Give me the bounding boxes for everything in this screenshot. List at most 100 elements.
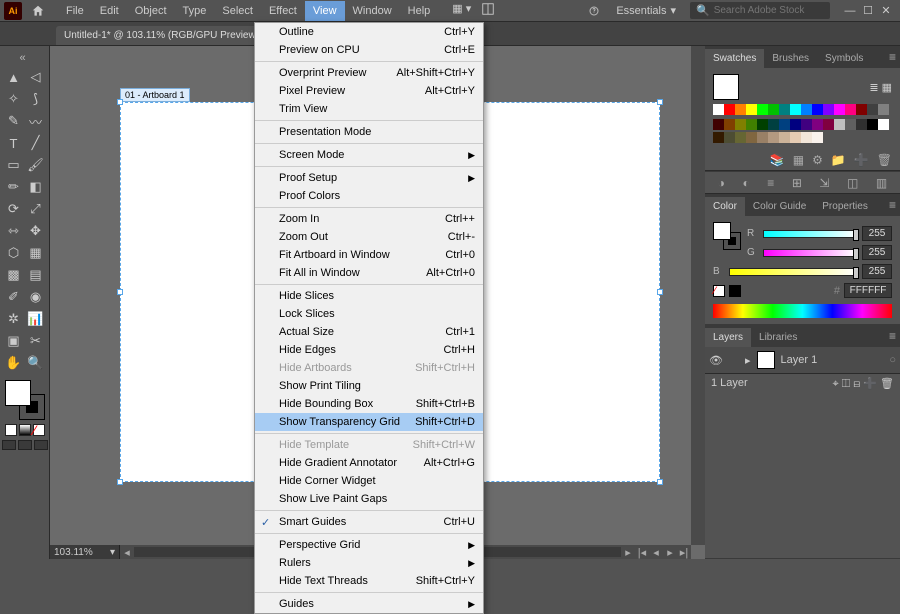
menu-item-guides[interactable]: Guides▶ (255, 595, 483, 613)
black-color-icon[interactable] (729, 285, 741, 297)
menu-effect[interactable]: Effect (261, 1, 305, 21)
swatch[interactable] (834, 119, 845, 130)
tab-symbols[interactable]: Symbols (817, 49, 871, 68)
draw-behind-icon[interactable] (18, 440, 32, 450)
width-tool-icon[interactable]: ⇿ (3, 220, 25, 242)
artboard-label[interactable]: 01 - Artboard 1 (120, 88, 190, 102)
home-icon[interactable] (28, 1, 48, 21)
search-box[interactable]: 🔍 (690, 2, 830, 19)
direct-selection-tool-icon[interactable]: ◁ (25, 66, 47, 88)
type-tool-icon[interactable]: T (3, 132, 25, 154)
menu-item-outline[interactable]: OutlineCtrl+Y (255, 23, 483, 41)
symbol-sprayer-tool-icon[interactable]: ✲ (3, 308, 25, 330)
swatch[interactable] (845, 104, 856, 115)
swatch[interactable] (713, 119, 724, 130)
next-artboard-icon[interactable]: ▸ (663, 545, 677, 559)
close-button[interactable]: ✕ (880, 5, 892, 17)
scale-tool-icon[interactable]: ⤢ (25, 198, 47, 220)
hex-value[interactable]: FFFFFF (844, 283, 892, 298)
layer-name[interactable]: Layer 1 (781, 354, 818, 366)
swatch[interactable] (713, 104, 724, 115)
color-spectrum[interactable] (713, 304, 892, 318)
prev-artboard-icon[interactable]: ◂ (649, 545, 663, 559)
swatch[interactable] (790, 132, 801, 143)
eraser-tool-icon[interactable]: ◧ (25, 176, 47, 198)
b-value[interactable]: 255 (862, 264, 892, 279)
menu-item-show-live-paint-gaps[interactable]: Show Live Paint Gaps (255, 490, 483, 508)
swatch[interactable] (757, 132, 768, 143)
menu-view[interactable]: View (305, 1, 345, 21)
menu-item-preview-on-cpu[interactable]: Preview on CPUCtrl+E (255, 41, 483, 59)
swatch[interactable] (768, 104, 779, 115)
tab-color-guide[interactable]: Color Guide (745, 197, 814, 216)
menu-select[interactable]: Select (214, 1, 261, 21)
pathfinder-panel-icon[interactable]: ◫ (847, 176, 858, 190)
zoom-tool-icon[interactable]: 🔍 (25, 352, 47, 374)
menu-item-fit-all-in-window[interactable]: Fit All in WindowAlt+Ctrl+0 (255, 264, 483, 282)
swatch[interactable] (724, 104, 735, 115)
hand-tool-icon[interactable]: ✋ (3, 352, 25, 374)
delete-layer-icon[interactable]: 🗑 (880, 378, 894, 390)
minimize-button[interactable]: — (844, 5, 856, 17)
swatch-list-view-icon[interactable]: ≣ (869, 82, 878, 94)
lasso-tool-icon[interactable]: ⟆ (25, 88, 47, 110)
swatch[interactable] (735, 119, 746, 130)
menu-item-hide-bounding-box[interactable]: Hide Bounding BoxShift+Ctrl+B (255, 395, 483, 413)
rotate-tool-icon[interactable]: ⟳ (3, 198, 25, 220)
swatch[interactable] (779, 119, 790, 130)
swatch[interactable] (757, 119, 768, 130)
swatch[interactable] (735, 132, 746, 143)
swatch-grid-view-icon[interactable]: ▦ (882, 82, 892, 94)
perspective-tool-icon[interactable]: ▦ (25, 242, 47, 264)
delete-swatch-icon[interactable]: 🗑 (877, 153, 892, 167)
mesh-tool-icon[interactable]: ▩ (3, 264, 25, 286)
swatch[interactable] (746, 104, 757, 115)
panel-menu-icon[interactable]: ≡ (889, 50, 896, 64)
menu-type[interactable]: Type (175, 1, 215, 21)
swatch-libraries-icon[interactable]: 📚 (770, 153, 785, 167)
visibility-icon[interactable]: 👁 (709, 354, 723, 367)
swatch[interactable] (735, 104, 746, 115)
r-value[interactable]: 255 (862, 226, 892, 241)
graph-tool-icon[interactable]: 📊 (25, 308, 47, 330)
swatch[interactable] (878, 104, 889, 115)
stroke-panel-icon[interactable]: ≡ (767, 176, 774, 190)
menu-window[interactable]: Window (345, 1, 400, 21)
swatch[interactable] (801, 104, 812, 115)
swatch[interactable] (757, 104, 768, 115)
target-icon[interactable]: ○ (889, 354, 896, 366)
g-slider[interactable] (763, 249, 856, 257)
swatch[interactable] (779, 132, 790, 143)
menu-file[interactable]: File (58, 1, 92, 21)
eyedropper-tool-icon[interactable]: ✐ (3, 286, 25, 308)
menu-object[interactable]: Object (127, 1, 175, 21)
menu-item-lock-slices[interactable]: Lock Slices (255, 305, 483, 323)
color-mode-icon[interactable] (5, 424, 17, 436)
rectangle-tool-icon[interactable]: ▭ (3, 154, 25, 176)
fill-color-swatch[interactable] (713, 222, 731, 240)
swatch[interactable] (823, 119, 834, 130)
toolbox-toggle-icon[interactable]: « (20, 52, 30, 62)
draw-normal-icon[interactable] (2, 440, 16, 450)
curvature-tool-icon[interactable]: 〰 (25, 110, 47, 132)
swatch[interactable] (801, 119, 812, 130)
expand-layer-icon[interactable]: ▸ (745, 354, 751, 367)
swatch[interactable] (746, 132, 757, 143)
panel-menu-icon[interactable]: ≡ (889, 329, 896, 343)
swatch[interactable] (746, 119, 757, 130)
tab-layers[interactable]: Layers (705, 328, 751, 347)
current-swatch[interactable] (713, 74, 739, 100)
tab-color[interactable]: Color (705, 197, 745, 216)
align-panel-icon[interactable]: ⊞ (792, 176, 802, 190)
new-swatch-icon[interactable]: ➕ (854, 153, 869, 167)
new-sublayer-icon[interactable]: ⊟ (853, 378, 860, 390)
menu-item-overprint-preview[interactable]: Overprint PreviewAlt+Shift+Ctrl+Y (255, 64, 483, 82)
pen-tool-icon[interactable]: ✎ (3, 110, 25, 132)
menu-help[interactable]: Help (400, 1, 439, 21)
menu-edit[interactable]: Edit (92, 1, 127, 21)
last-artboard-icon[interactable]: ▸| (677, 545, 691, 559)
gradient-mode-icon[interactable] (19, 424, 31, 436)
menu-item-show-print-tiling[interactable]: Show Print Tiling (255, 377, 483, 395)
swatch-options-icon[interactable]: ⚙ (812, 153, 823, 167)
swatch[interactable] (790, 119, 801, 130)
